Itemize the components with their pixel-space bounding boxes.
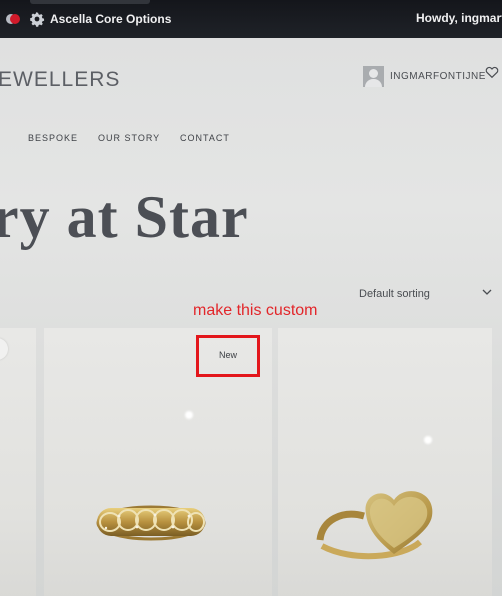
product-card[interactable]	[0, 328, 36, 596]
gold-chain-ring-image[interactable]	[92, 486, 210, 552]
browser-tab-strip	[30, 0, 150, 4]
annotation-highlight-box: New	[196, 335, 260, 377]
admin-bar: Ascella Core Options Howdy, ingmarfontij…	[0, 0, 502, 38]
storefront-page: EWELLERS INGMARFONTIJNE BESPOKE OUR STOR…	[0, 38, 502, 596]
avatar-head	[369, 69, 378, 78]
nav-item-bespoke[interactable]: BESPOKE	[28, 133, 78, 143]
avatar-body	[365, 79, 382, 87]
close-window-icon[interactable]	[10, 14, 20, 24]
core-options-menu[interactable]: Ascella Core Options	[50, 12, 171, 26]
new-badge: New	[219, 350, 238, 360]
nav-item-contact[interactable]: CONTACT	[180, 133, 230, 143]
sorting-select[interactable]: Default sorting	[359, 288, 430, 300]
site-logo[interactable]: EWELLERS	[0, 68, 120, 92]
light-reflection	[185, 411, 193, 419]
heart-signet-ring-image[interactable]	[312, 476, 450, 566]
heart-icon[interactable]	[485, 65, 499, 79]
account-username[interactable]: INGMARFONTIJNE	[390, 71, 486, 82]
chevron-down-icon[interactable]	[482, 288, 492, 296]
light-reflection	[424, 436, 432, 444]
account-greeting[interactable]: Howdy, ingmarfontijne	[416, 11, 502, 25]
page-heading: ry at Star	[0, 184, 249, 250]
gear-icon[interactable]	[29, 11, 45, 27]
avatar-icon[interactable]	[363, 66, 384, 87]
annotation-label: make this custom	[193, 302, 318, 319]
nav-item-our-story[interactable]: OUR STORY	[98, 133, 160, 143]
